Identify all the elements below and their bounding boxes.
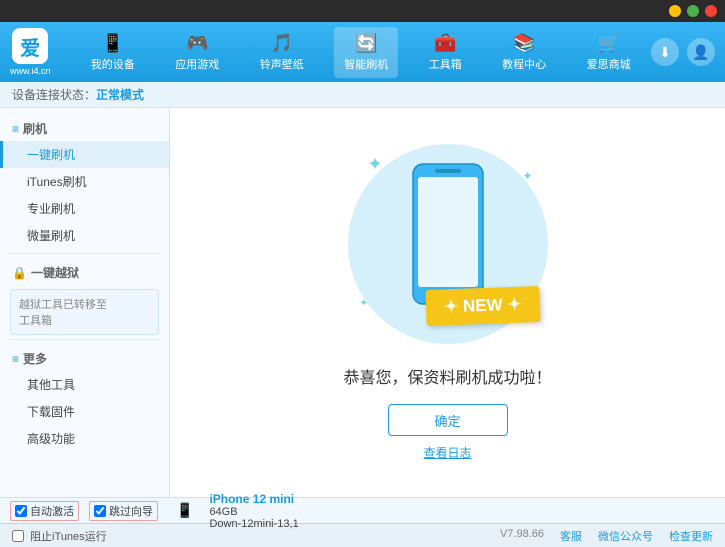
jb-notice: 越狱工具已转移至工具箱 (10, 289, 159, 335)
phone-illustration: ✦ NEW ✦ ✦ ✦ ✦ (348, 144, 548, 344)
logo[interactable]: 爱 www.i4.cn (10, 28, 51, 76)
shop-label: 爱思商城 (587, 56, 631, 72)
success-text: 恭喜您，保资料刷机成功啦！ (343, 364, 551, 388)
maximize-button[interactable] (687, 5, 699, 17)
titlebar (0, 0, 725, 22)
my-device-icon: 📱 (102, 33, 124, 54)
sidebar-item-itunes-flash[interactable]: iTunes刷机 (0, 168, 169, 195)
version-text: V7.98.66 (500, 528, 544, 544)
logo-url: www.i4.cn (10, 66, 51, 76)
skip-wizard-label: 跳过向导 (109, 503, 153, 519)
sidebar-group-flash: ≡ 刷机 (0, 114, 169, 141)
app-game-icon: 🎮 (186, 33, 208, 54)
footer-right: V7.98.66 客服 微信公众号 检查更新 (500, 528, 713, 544)
toolbox-icon: 🧰 (434, 33, 456, 54)
sidebar-divider-1 (8, 253, 161, 254)
update-link[interactable]: 检查更新 (669, 528, 713, 544)
bottom-bar: 自动激活 跳过向导 📱 iPhone 12 mini 64GB Down-12m… (0, 497, 725, 523)
skip-wizard-input[interactable] (94, 505, 106, 517)
ringtone-icon: 🎵 (271, 33, 293, 54)
nav-items: 📱 我的设备 🎮 应用游戏 🎵 铃声壁纸 🔄 智能刷机 🧰 工具箱 📚 教程中心… (71, 27, 651, 78)
my-device-label: 我的设备 (91, 56, 135, 72)
sparkle-topright: ✦ (522, 169, 532, 183)
tutorial-label: 教程中心 (502, 56, 546, 72)
sidebar-item-micro-flash[interactable]: 微量刷机 (0, 222, 169, 249)
block-itunes-label: 阻止iTunes运行 (30, 531, 107, 543)
skip-wizard-checkbox[interactable]: 跳过向导 (89, 501, 158, 521)
navbar: 爱 www.i4.cn 📱 我的设备 🎮 应用游戏 🎵 铃声壁纸 🔄 智能刷机 … (0, 22, 725, 82)
nav-smart-shop[interactable]: 🔄 智能刷机 (334, 27, 398, 78)
sidebar-group-more: ≡ 更多 (0, 344, 169, 371)
minimize-button[interactable] (669, 5, 681, 17)
sidebar-item-download-fw[interactable]: 下载固件 (0, 398, 169, 425)
download-button[interactable]: ⬇ (651, 38, 679, 66)
flash-group-icon: ≡ (12, 122, 19, 136)
sidebar-divider-2 (8, 339, 161, 340)
sidebar-item-other-tools[interactable]: 其他工具 (0, 371, 169, 398)
wechat-link[interactable]: 微信公众号 (598, 528, 653, 544)
auto-activate-input[interactable] (15, 505, 27, 517)
status-prefix: 设备连接状态： (12, 86, 96, 103)
nav-app-game[interactable]: 🎮 应用游戏 (165, 27, 229, 78)
nav-toolbox[interactable]: 🧰 工具箱 (419, 27, 472, 78)
device-info: iPhone 12 mini 64GB Down-12mini-13,1 (209, 492, 298, 530)
content-area: ✦ NEW ✦ ✦ ✦ ✦ 恭喜您，保资料刷机成功啦！ 确定 查看日志 (170, 108, 725, 497)
confirm-button[interactable]: 确定 (388, 404, 508, 436)
auto-activate-label: 自动激活 (30, 503, 74, 519)
smart-shop-icon: 🔄 (355, 33, 377, 54)
device-storage: 64GB (209, 506, 298, 518)
status-value: 正常模式 (96, 86, 144, 103)
nav-tutorial[interactable]: 📚 教程中心 (492, 27, 556, 78)
toolbox-label: 工具箱 (429, 56, 462, 72)
smart-shop-label: 智能刷机 (344, 56, 388, 72)
log-link[interactable]: 查看日志 (423, 444, 471, 461)
auto-activate-checkbox[interactable]: 自动激活 (10, 501, 79, 521)
main-layout: ≡ 刷机 一键刷机 iTunes刷机 专业刷机 微量刷机 🔒 一键越狱 越狱工具… (0, 108, 725, 497)
sidebar-item-advanced[interactable]: 高级功能 (0, 425, 169, 452)
app-game-label: 应用游戏 (175, 56, 219, 72)
tutorial-icon: 📚 (513, 33, 535, 54)
nav-my-device[interactable]: 📱 我的设备 (81, 27, 145, 78)
status-bar: 设备连接状态： 正常模式 (0, 82, 725, 108)
footer-left: 阻止iTunes运行 (12, 528, 484, 544)
nav-shop[interactable]: 🛒 爱思商城 (577, 27, 641, 78)
more-group-icon: ≡ (12, 352, 19, 366)
sidebar-item-pro-flash[interactable]: 专业刷机 (0, 195, 169, 222)
lock-icon: 🔒 (12, 266, 27, 280)
support-link[interactable]: 客服 (560, 528, 582, 544)
status-footer: 阻止iTunes运行 V7.98.66 客服 微信公众号 检查更新 (0, 523, 725, 547)
sidebar: ≡ 刷机 一键刷机 iTunes刷机 专业刷机 微量刷机 🔒 一键越狱 越狱工具… (0, 108, 170, 497)
ringtone-label: 铃声壁纸 (260, 56, 304, 72)
sparkle-topleft: ✦ (368, 154, 383, 175)
sidebar-group-jb: 🔒 一键越狱 (0, 258, 169, 285)
sparkle-bottomleft: ✦ (360, 298, 368, 309)
close-button[interactable] (705, 5, 717, 17)
nav-right: ⬇ 👤 (651, 38, 715, 66)
new-badge: ✦ NEW ✦ (425, 286, 540, 326)
sidebar-item-one-click[interactable]: 一键刷机 (0, 141, 169, 168)
shop-icon: 🛒 (597, 33, 619, 54)
device-name: iPhone 12 mini (209, 492, 298, 506)
circle-background: ✦ NEW ✦ ✦ ✦ ✦ (348, 144, 548, 344)
logo-icon: 爱 (12, 28, 48, 64)
nav-ringtone[interactable]: 🎵 铃声壁纸 (250, 27, 314, 78)
user-button[interactable]: 👤 (687, 38, 715, 66)
device-icon: 📱 (176, 502, 193, 519)
block-itunes-checkbox[interactable] (12, 530, 24, 542)
